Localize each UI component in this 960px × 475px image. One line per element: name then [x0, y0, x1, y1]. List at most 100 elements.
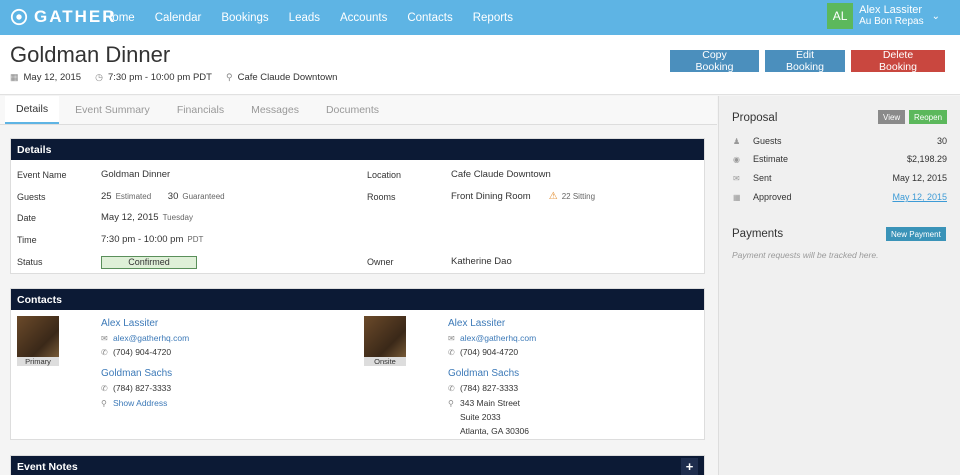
contact-email-primary[interactable]: ✉ alex@gatherhq.com: [101, 333, 189, 343]
logo-mark-icon: [10, 8, 28, 26]
sitting-count: 22 Sitting: [561, 192, 596, 201]
company-phone-onsite-text: (784) 827-3333: [460, 383, 519, 393]
guests-label: Guests: [17, 192, 46, 202]
nav-accounts[interactable]: Accounts: [340, 12, 387, 24]
status-badge[interactable]: Confirmed: [101, 256, 197, 269]
company-phone-onsite: ✆ (784) 827-3333: [448, 383, 518, 393]
copy-booking-button[interactable]: Copy Booking: [670, 49, 759, 73]
tab-event-summary[interactable]: Event Summary: [64, 96, 161, 124]
proposal-row-approved: ▦ Approved May 12, 2015: [733, 192, 947, 202]
proposal-row-guests: ♟ Guests 30: [733, 136, 947, 146]
event-name-label: Event Name: [17, 170, 67, 180]
company-name-primary[interactable]: Goldman Sachs: [101, 368, 172, 379]
proposal-row-estimate: ◉ Estimate $2,198.29: [733, 154, 947, 164]
contact-email-onsite-text: alex@gatherhq.com: [460, 333, 537, 343]
envelope-icon: ✉: [101, 333, 108, 343]
nav-contacts[interactable]: Contacts: [407, 12, 452, 24]
rooms-values: Front Dining Room ⚠ 22 Sitting: [451, 191, 595, 202]
status-wrap: Confirmed: [101, 256, 197, 269]
contacts-heading: Contacts: [11, 289, 704, 310]
clock-icon: ◷: [95, 72, 103, 82]
user-name: Alex Lassiter: [859, 4, 923, 16]
user-menu[interactable]: AL Alex Lassiter Au Bon Repas ⌄: [827, 3, 940, 29]
event-notes-panel: Event Notes +: [10, 455, 705, 475]
show-address-text: Show Address: [113, 398, 168, 408]
new-payment-button[interactable]: New Payment: [886, 227, 946, 241]
booking-tabs: Details Event Summary Financials Message…: [0, 96, 717, 125]
company-name-onsite[interactable]: Goldman Sachs: [448, 368, 519, 379]
meta-date: ▦ May 12, 2015: [10, 72, 81, 83]
booking-header: Goldman Dinner ▦ May 12, 2015 ◷ 7:30 pm …: [0, 35, 960, 95]
date-label: Date: [17, 213, 37, 223]
payments-note: Payment requests will be tracked here.: [732, 250, 879, 260]
event-notes-heading: Event Notes: [17, 460, 78, 473]
guests-guaranteed: 30: [167, 191, 179, 202]
details-panel: Details Event Name Goldman Dinner Guests…: [10, 138, 705, 274]
nav-leads[interactable]: Leads: [289, 12, 320, 24]
time-value: 7:30 pm - 10:00 pm: [101, 234, 184, 245]
delete-booking-button[interactable]: Delete Booking: [851, 49, 945, 73]
add-note-button[interactable]: +: [681, 458, 698, 475]
contact-phone-primary-text: (704) 904-4720: [113, 347, 172, 357]
proposal-guests-label: Guests: [753, 136, 782, 146]
address-line-1-text: 343 Main Street: [460, 398, 521, 408]
proposal-estimate-label: Estimate: [753, 154, 789, 164]
top-nav: GATHER Home Calendar Bookings Leads Acco…: [0, 0, 960, 35]
phone-icon: ✆: [448, 347, 455, 357]
tab-financials[interactable]: Financials: [166, 96, 235, 124]
map-pin-icon: ⚲: [225, 72, 233, 82]
photo-label-onsite: Onsite: [364, 357, 406, 366]
calendar-icon: ▦: [733, 192, 741, 202]
event-notes-header: Event Notes +: [11, 456, 704, 475]
address-line-1: ⚲ 343 Main Street: [448, 398, 520, 408]
contact-email-onsite[interactable]: ✉ alex@gatherhq.com: [448, 333, 536, 343]
phone-icon: ✆: [101, 383, 108, 393]
contact-name-primary[interactable]: Alex Lassiter: [101, 318, 158, 329]
reopen-proposal-button[interactable]: Reopen: [909, 110, 948, 124]
show-address-link[interactable]: ⚲ Show Address: [101, 398, 167, 408]
view-proposal-button[interactable]: View: [878, 110, 906, 124]
owner-label: Owner: [367, 257, 394, 267]
user-org: Au Bon Repas: [859, 16, 924, 27]
logo[interactable]: GATHER: [10, 7, 117, 27]
contact-name-onsite[interactable]: Alex Lassiter: [448, 318, 505, 329]
meta-location-text: Cafe Claude Downtown: [237, 72, 338, 83]
edit-booking-button[interactable]: Edit Booking: [765, 49, 845, 73]
meta-time: ◷ 7:30 pm - 10:00 pm PDT: [95, 72, 212, 83]
nav-reports[interactable]: Reports: [473, 12, 513, 24]
status-label: Status: [17, 257, 43, 267]
page-title: Goldman Dinner: [10, 42, 171, 67]
contact-phone-onsite-text: (704) 904-4720: [460, 347, 519, 357]
proposal-sent-label: Sent: [753, 173, 772, 183]
estimated-label: Estimated: [115, 192, 152, 201]
users-icon: ♟: [733, 136, 741, 146]
guaranteed-label: Guaranteed: [182, 192, 225, 201]
address-line-3: Atlanta, GA 30306: [460, 426, 529, 436]
booking-meta: ▦ May 12, 2015 ◷ 7:30 pm - 10:00 pm PDT …: [10, 72, 351, 83]
nav-bookings[interactable]: Bookings: [221, 12, 268, 24]
nav-home[interactable]: Home: [104, 12, 135, 24]
phone-icon: ✆: [101, 347, 108, 357]
tab-details[interactable]: Details: [5, 96, 60, 124]
time-label: Time: [17, 235, 37, 245]
nav-calendar[interactable]: Calendar: [155, 12, 202, 24]
proposal-approved-value[interactable]: May 12, 2015: [892, 192, 947, 202]
rooms-label: Rooms: [367, 192, 396, 202]
date-values: May 12, 2015 Tuesday: [101, 212, 193, 223]
weekday: Tuesday: [162, 213, 193, 222]
tab-messages[interactable]: Messages: [240, 96, 310, 124]
meta-time-text: 7:30 pm - 10:00 pm PDT: [107, 72, 212, 83]
contact-phone-onsite: ✆ (704) 904-4720: [448, 347, 518, 357]
proposal-guests-value: 30: [936, 136, 947, 146]
company-phone-primary-text: (784) 827-3333: [113, 383, 172, 393]
proposal-row-sent: ✉ Sent May 12, 2015: [733, 173, 947, 183]
address-line-2: Suite 2033: [460, 412, 501, 422]
event-name-value: Goldman Dinner: [101, 169, 171, 180]
payments-heading: Payments: [732, 228, 784, 240]
meta-location: ⚲ Cafe Claude Downtown: [226, 72, 337, 83]
date-value: May 12, 2015: [101, 212, 159, 223]
tab-documents[interactable]: Documents: [315, 96, 390, 124]
proposal-heading: Proposal: [732, 112, 778, 124]
proposal-sent-value: May 12, 2015: [892, 173, 947, 183]
company-phone-primary: ✆ (784) 827-3333: [101, 383, 171, 393]
